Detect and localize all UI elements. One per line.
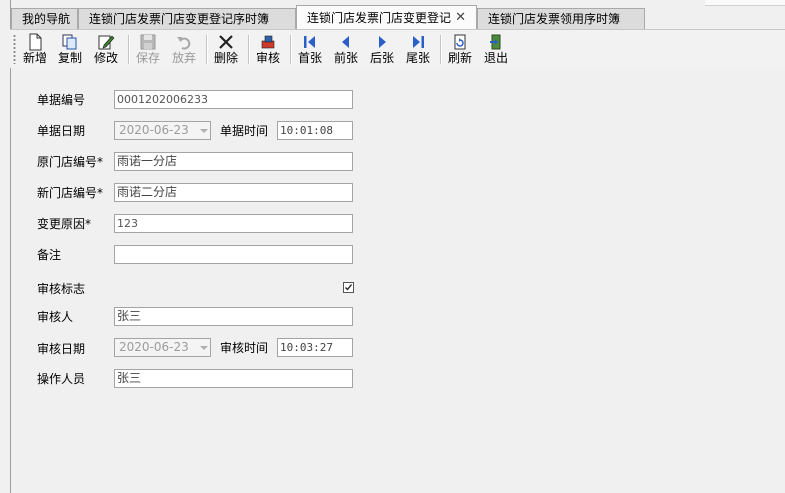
exit-door-icon	[490, 34, 501, 50]
delete-label: 删除	[213, 51, 238, 65]
discard-label: 放弃	[171, 51, 196, 65]
save-icon	[140, 34, 156, 50]
copy-icon	[62, 34, 77, 50]
audit-time-field[interactable]: 10:03:27	[277, 338, 353, 357]
prev-label: 前张	[333, 51, 358, 65]
copy-label: 复制	[57, 51, 82, 65]
orig-store-field[interactable]: 雨诺一分店	[114, 152, 353, 171]
first-label: 首张	[297, 51, 322, 65]
exit-label: 退出	[483, 51, 508, 65]
operator-field[interactable]: 张三	[114, 369, 353, 388]
discard-button[interactable]: 放弃	[166, 32, 202, 66]
reason-field[interactable]: 123	[114, 214, 353, 233]
last-record-button[interactable]: 尾张	[400, 32, 436, 66]
tab-label: 连锁门店发票门店变更登记序时簿	[89, 12, 270, 26]
dropdown-arrow-icon	[200, 346, 208, 350]
last-label: 尾张	[405, 51, 430, 65]
audit-time-label: 审核时间	[220, 341, 269, 355]
doc-date-value: 2020-06-23	[119, 123, 189, 137]
edit-label: 修改	[93, 51, 118, 65]
tab-store-change-register-list[interactable]: 连锁门店发票门店变更登记序时簿	[78, 8, 296, 29]
remark-field[interactable]	[114, 245, 353, 264]
save-label: 保存	[135, 51, 160, 65]
edit-icon	[98, 35, 115, 50]
toolbar: 新增 复制 修改 保存 放弃 删除 审核 首张 前张 后张 尾张 刷新 退出	[10, 29, 785, 69]
doc-date-picker[interactable]: 2020-06-23	[114, 121, 211, 140]
edit-button[interactable]: 修改	[88, 32, 124, 66]
window-corner	[705, 0, 785, 6]
doc-time-label: 单据时间	[220, 124, 269, 138]
tab-label: 我的导航	[22, 12, 71, 26]
refresh-button[interactable]: 刷新	[442, 32, 478, 66]
new-store-field[interactable]: 雨诺二分店	[114, 183, 353, 202]
orig-store-label: 原门店编号*	[37, 155, 104, 169]
copy-button[interactable]: 复制	[52, 32, 88, 66]
delete-button[interactable]: 删除	[208, 32, 244, 66]
operator-label: 操作人员	[37, 372, 86, 386]
auditor-field[interactable]: 张三	[114, 307, 353, 326]
auditor-label: 审核人	[37, 310, 74, 324]
new-label: 新增	[22, 51, 47, 65]
audit-date-value: 2020-06-23	[119, 340, 189, 354]
doc-date-label: 单据日期	[37, 124, 86, 138]
refresh-label: 刷新	[447, 51, 472, 65]
audit-flag-label: 审核标志	[37, 282, 86, 296]
tab-invoice-usage-list[interactable]: 连锁门店发票领用序时簿	[477, 8, 645, 29]
close-tab-icon[interactable]: ✕	[455, 6, 466, 30]
audit-button[interactable]: 审核	[250, 32, 286, 66]
next-record-icon	[379, 36, 386, 48]
prev-record-icon	[342, 36, 349, 48]
exit-button[interactable]: 退出	[478, 32, 514, 66]
audit-flag-checkbox[interactable]	[343, 282, 354, 293]
new-button[interactable]: 新增	[17, 32, 53, 66]
audit-stamp-icon	[261, 35, 275, 49]
tab-my-navigation[interactable]: 我的导航	[11, 8, 78, 29]
next-record-button[interactable]: 后张	[364, 32, 400, 66]
new-store-label: 新门店编号*	[37, 186, 104, 200]
save-button[interactable]: 保存	[130, 32, 166, 66]
audit-label: 审核	[255, 51, 280, 65]
delete-x-icon	[219, 35, 233, 49]
new-document-icon	[29, 33, 42, 51]
undo-icon	[177, 37, 191, 50]
doc-time-field[interactable]: 10:01:08	[277, 121, 353, 140]
refresh-icon	[454, 34, 466, 50]
tab-bar: 我的导航 连锁门店发票门店变更登记序时簿 连锁门店发票门店变更登记 ✕ 连锁门店发…	[0, 0, 785, 30]
tab-label: 连锁门店发票门店变更登记	[307, 11, 452, 25]
remark-label: 备注	[37, 248, 62, 262]
first-record-button[interactable]: 首张	[292, 32, 328, 66]
next-label: 后张	[369, 51, 394, 65]
audit-date-picker[interactable]: 2020-06-23	[114, 338, 211, 357]
checkmark-icon	[345, 284, 353, 291]
reason-label: 变更原因*	[37, 217, 92, 231]
dropdown-arrow-icon	[200, 129, 208, 133]
toolbar-grip[interactable]	[13, 34, 16, 64]
prev-record-button[interactable]: 前张	[328, 32, 364, 66]
audit-date-label: 审核日期	[37, 342, 86, 356]
doc-no-label: 单据编号	[37, 93, 86, 107]
doc-no-field[interactable]: 0001202006233	[114, 90, 353, 109]
first-record-icon	[304, 36, 315, 48]
last-record-icon	[413, 36, 424, 48]
tab-label: 连锁门店发票领用序时簿	[488, 12, 621, 26]
tab-store-change-register[interactable]: 连锁门店发票门店变更登记 ✕	[296, 5, 477, 30]
